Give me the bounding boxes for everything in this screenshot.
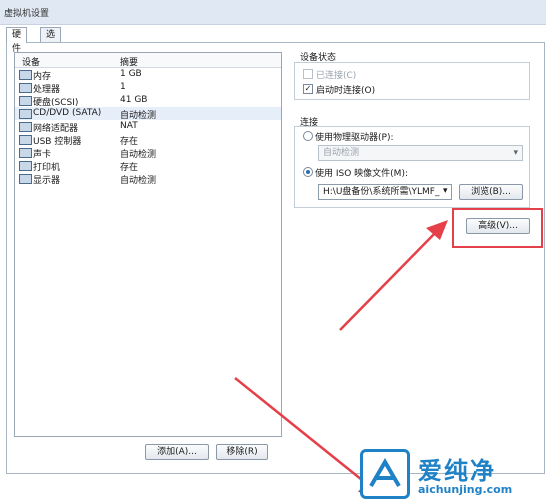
arrow-head-advanced xyxy=(426,220,448,240)
annotation-arrows xyxy=(234,220,448,495)
watermark-brand: 爱纯净 xyxy=(418,457,496,485)
watermark: 爱纯净 aichunjing.com xyxy=(358,447,542,502)
arrow-to-advanced xyxy=(339,227,441,331)
brand-logo-icon xyxy=(360,449,410,499)
watermark-url: aichunjing.com xyxy=(418,483,513,496)
arrow-to-ok xyxy=(234,377,373,489)
tab-hardware[interactable]: 硬件 xyxy=(6,27,28,54)
